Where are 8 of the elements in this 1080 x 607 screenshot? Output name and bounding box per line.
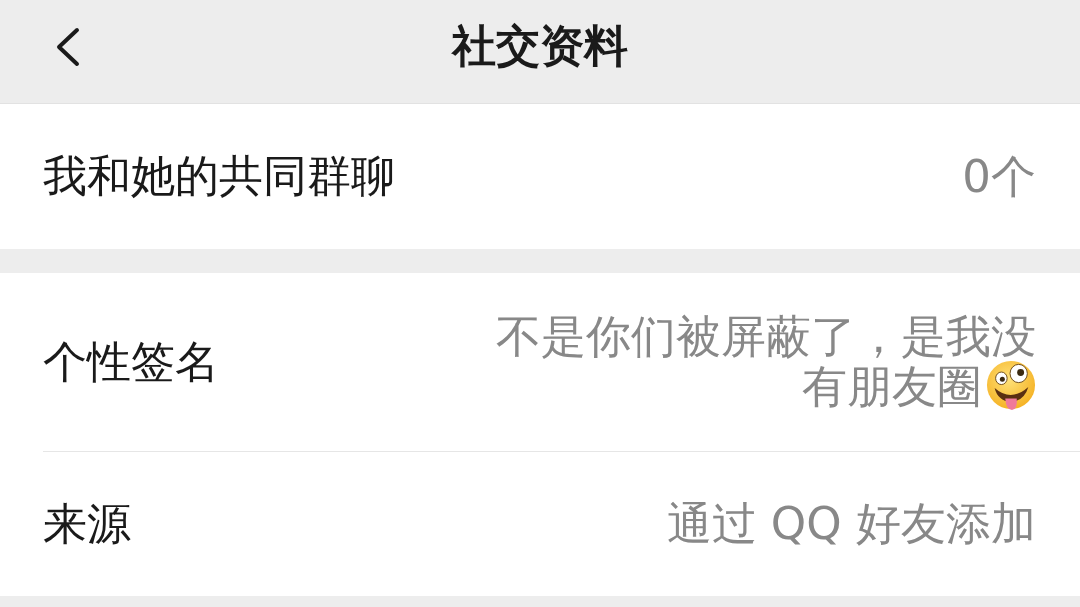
row-label: 个性签名 <box>43 334 219 389</box>
row-value: 不是你们被屏蔽了，是我没有朋友圈 <box>496 310 1036 413</box>
row-value: 0个 <box>962 149 1036 203</box>
row-label: 我和她的共同群聊 <box>43 149 395 203</box>
page-title: 社交资料 <box>452 19 628 73</box>
row-value: 通过 QQ 好友添加 <box>666 497 1036 550</box>
row-label: 来源 <box>43 496 131 551</box>
back-icon[interactable] <box>54 26 80 67</box>
